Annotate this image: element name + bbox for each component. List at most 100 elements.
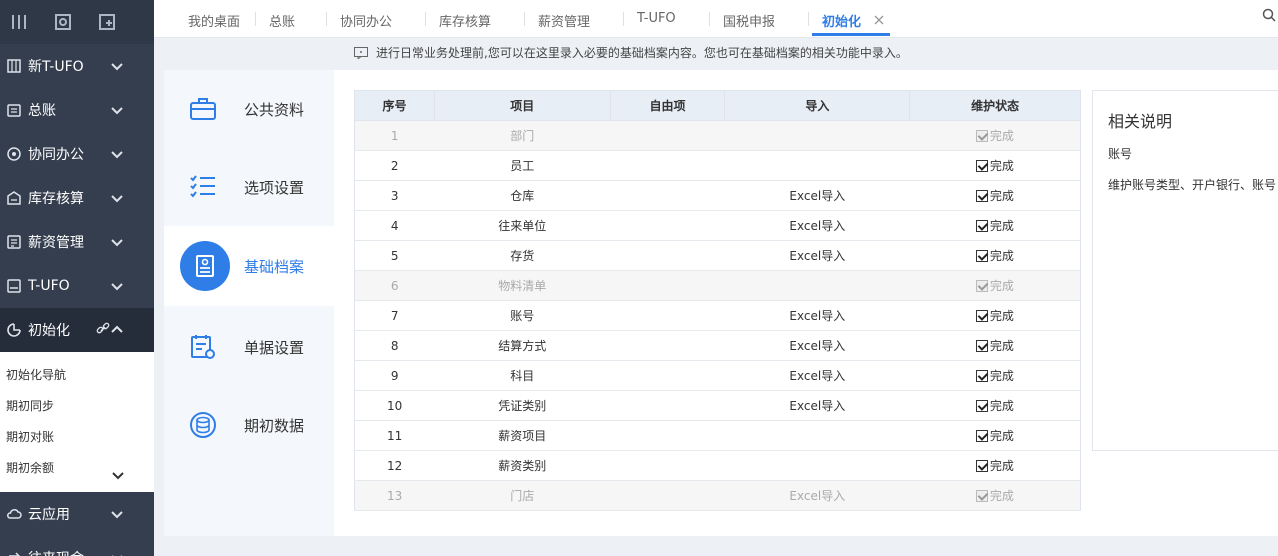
sidebar-item[interactable]: 总账 xyxy=(0,88,154,132)
chevron-down-icon[interactable] xyxy=(110,235,124,249)
status-checkbox[interactable] xyxy=(975,400,988,412)
cell-import[interactable]: Excel导入 xyxy=(724,180,910,211)
chevron-down-icon[interactable] xyxy=(110,507,124,521)
tab[interactable]: 国税申报 xyxy=(723,11,775,30)
menu-icon[interactable] xyxy=(10,13,28,31)
tab[interactable]: 我的桌面 xyxy=(188,11,240,30)
cell-import[interactable]: Excel导入 xyxy=(724,210,910,241)
sidebar-item[interactable]: 薪资管理 xyxy=(0,220,154,264)
tab[interactable]: 初始化 xyxy=(822,11,861,30)
table-row[interactable]: 12 薪资类别 完成 xyxy=(354,450,1081,481)
table-row[interactable]: 8 结算方式 Excel导入 完成 xyxy=(354,330,1081,361)
cell-import[interactable]: Excel导入 xyxy=(724,330,910,361)
chevron-down-icon[interactable] xyxy=(110,103,124,117)
tab[interactable]: T-UFO xyxy=(637,11,676,26)
panel-item[interactable]: 单据设置 xyxy=(164,308,334,386)
status-label: 完成 xyxy=(989,369,1014,383)
tab-separator xyxy=(709,12,710,26)
cell-item: 结算方式 xyxy=(434,330,611,361)
status-checkbox[interactable] xyxy=(975,460,988,472)
chevron-down-icon[interactable] xyxy=(112,462,124,480)
cell-import[interactable]: Excel导入 xyxy=(724,390,910,421)
status-checkbox[interactable] xyxy=(975,430,988,442)
sidebar-item-label: 库存核算 xyxy=(28,191,84,207)
table-row[interactable]: 6 物料清单 完成 xyxy=(354,270,1081,301)
status-checkbox[interactable] xyxy=(975,250,988,262)
tab[interactable]: 协同办公 xyxy=(340,11,392,30)
table-row[interactable]: 5 存货 Excel导入 完成 xyxy=(354,240,1081,271)
tab-close-icon[interactable] xyxy=(874,14,884,25)
submenu-item[interactable]: 期初对账 xyxy=(0,422,154,453)
archive-table: 序号 项目 自由项 导入 维护状态 1 部门 完成 2 员工 完成 3 仓库 Excel导入 完成 4 往来单… xyxy=(354,90,1081,511)
sidebar-item[interactable]: 新T-UFO xyxy=(0,44,154,88)
monitor-icon[interactable] xyxy=(54,13,72,31)
cell-import[interactable]: Excel导入 xyxy=(724,300,910,331)
status-checkbox[interactable] xyxy=(975,370,988,382)
table-row[interactable]: 1 部门 完成 xyxy=(354,120,1081,151)
table-row[interactable]: 2 员工 完成 xyxy=(354,150,1081,181)
chevron-down-icon[interactable] xyxy=(110,191,124,205)
table-row[interactable]: 10 凭证类别 Excel导入 完成 xyxy=(354,390,1081,421)
status-checkbox[interactable] xyxy=(975,310,988,322)
help-title: 相关说明 xyxy=(1108,112,1173,131)
exchange-icon xyxy=(6,550,22,556)
cell-import[interactable]: Excel导入 xyxy=(724,240,910,271)
cell-item: 存货 xyxy=(434,240,611,271)
export-icon[interactable] xyxy=(98,13,116,31)
table-row[interactable]: 13 门店 Excel导入 完成 xyxy=(354,480,1081,511)
cell-status: 完成 xyxy=(909,450,1081,481)
chevron-down-icon[interactable] xyxy=(110,59,124,73)
archive-icon xyxy=(180,241,230,291)
table-row[interactable]: 3 仓库 Excel导入 完成 xyxy=(354,180,1081,211)
cell-import[interactable]: Excel导入 xyxy=(724,480,910,511)
cell-no: 5 xyxy=(354,240,435,271)
document-settings-icon xyxy=(188,332,218,362)
panel-item[interactable]: 公共资料 xyxy=(164,70,334,148)
checklist-icon xyxy=(188,172,218,202)
table-row[interactable]: 4 往来单位 Excel导入 完成 xyxy=(354,210,1081,241)
sidebar-item[interactable]: 往来现金 xyxy=(0,536,154,556)
tab[interactable]: 总账 xyxy=(269,11,295,30)
status-checkbox[interactable] xyxy=(975,340,988,352)
status-label: 完成 xyxy=(989,339,1014,353)
cell-no: 13 xyxy=(354,480,435,511)
status-checkbox xyxy=(975,490,988,502)
cell-no: 3 xyxy=(354,180,435,211)
cell-status: 完成 xyxy=(909,180,1081,211)
table-row[interactable]: 11 薪资项目 完成 xyxy=(354,420,1081,451)
tab[interactable]: 薪资管理 xyxy=(538,11,590,30)
submenu-item[interactable]: 期初余额 xyxy=(0,453,154,484)
chevron-down-icon[interactable] xyxy=(110,279,124,293)
tab[interactable]: 库存核算 xyxy=(439,11,491,30)
table-row[interactable]: 7 账号 Excel导入 完成 xyxy=(354,300,1081,331)
tab-separator xyxy=(425,12,426,26)
table-row[interactable]: 9 科目 Excel导入 完成 xyxy=(354,360,1081,391)
submenu-item[interactable]: 初始化导航 xyxy=(0,360,154,391)
submenu-item[interactable]: 期初同步 xyxy=(0,391,154,422)
link-icon[interactable] xyxy=(96,322,110,336)
cell-free xyxy=(610,360,725,391)
cell-free xyxy=(610,180,725,211)
cell-status: 完成 xyxy=(909,330,1081,361)
search-icon[interactable] xyxy=(1262,8,1276,22)
sidebar-item-label: 初始化 xyxy=(28,323,70,339)
chevron-up-icon[interactable] xyxy=(110,323,124,337)
panel-item[interactable]: 基础档案 xyxy=(164,226,336,306)
sidebar-item[interactable]: 初始化 xyxy=(0,308,154,352)
panel-item[interactable]: 期初数据 xyxy=(164,386,334,464)
chevron-down-icon[interactable] xyxy=(110,551,124,556)
sidebar-item[interactable]: 协同办公 xyxy=(0,132,154,176)
status-checkbox[interactable] xyxy=(975,160,988,172)
panel-item[interactable]: 选项设置 xyxy=(164,148,334,226)
sidebar-item-label: 协同办公 xyxy=(28,147,84,163)
sidebar-item[interactable]: T-UFO xyxy=(0,264,154,308)
cell-status: 完成 xyxy=(909,150,1081,181)
sidebar-item[interactable]: 云应用 xyxy=(0,492,154,536)
sidebar-item[interactable]: 库存核算 xyxy=(0,176,154,220)
cell-free xyxy=(610,420,725,451)
status-checkbox[interactable] xyxy=(975,220,988,232)
panel-item-label: 基础档案 xyxy=(244,257,305,276)
status-checkbox[interactable] xyxy=(975,190,988,202)
cell-import[interactable]: Excel导入 xyxy=(724,360,910,391)
chevron-down-icon[interactable] xyxy=(110,147,124,161)
